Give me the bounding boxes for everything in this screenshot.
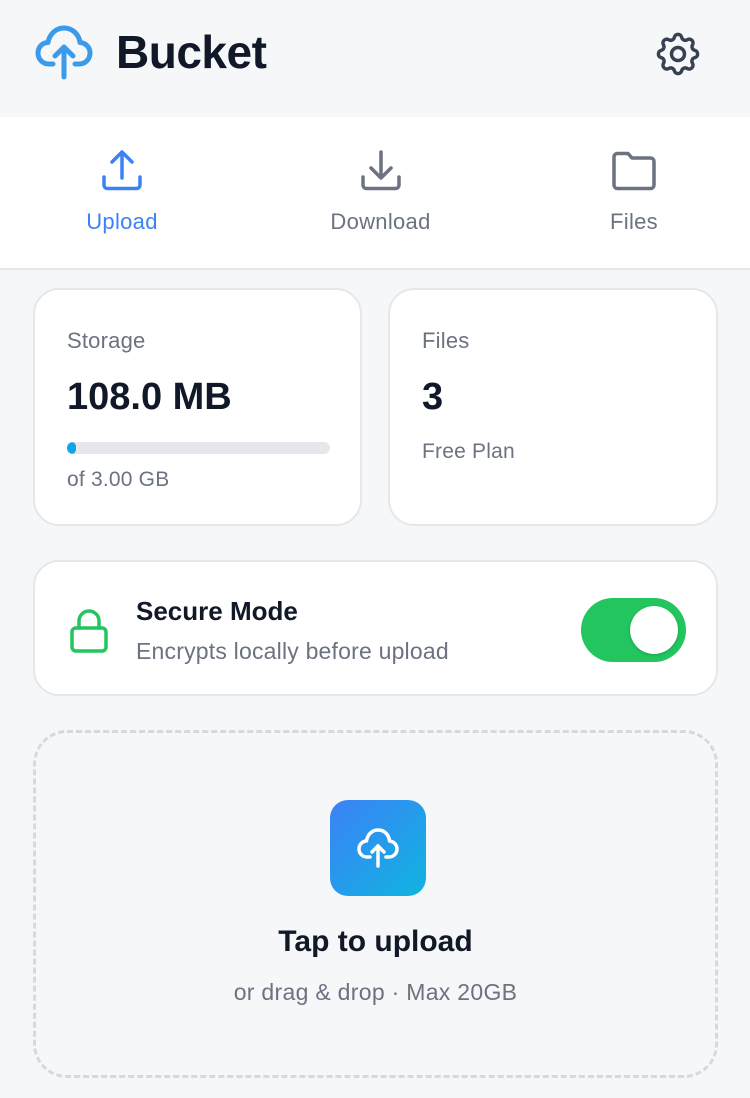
- files-card: Files 3 Free Plan: [388, 288, 718, 526]
- storage-card: Storage 108.0 MB of 3.00 GB: [33, 288, 362, 526]
- files-label: Files: [422, 328, 470, 353]
- cloud-upload-icon: [35, 25, 93, 80]
- secure-mode-title: Secure Mode: [136, 596, 298, 626]
- lock-icon: [70, 609, 108, 653]
- upload-button[interactable]: [330, 800, 426, 896]
- storage-progress-bar: [67, 442, 330, 454]
- files-count: 3: [422, 376, 444, 418]
- storage-label: Storage: [67, 328, 146, 353]
- secure-mode-card: Secure Mode Encrypts locally before uplo…: [33, 560, 718, 696]
- app-root: Bucket Upload Download Files Storage 108…: [0, 0, 750, 1098]
- storage-progress-fill: [67, 442, 77, 454]
- settings-button[interactable]: [650, 26, 706, 82]
- storage-used-value: 108.0 MB: [67, 376, 232, 418]
- app-header: Bucket: [0, 0, 750, 117]
- upload-icon: [102, 150, 142, 191]
- toggle-knob: [630, 606, 678, 654]
- tab-bar: Upload Download Files: [0, 117, 750, 270]
- tab-files-label: Files: [610, 209, 658, 234]
- dropzone-title: Tap to upload: [278, 925, 473, 958]
- plan-label: Free Plan: [422, 440, 515, 463]
- secure-mode-toggle[interactable]: [581, 598, 686, 662]
- download-icon: [360, 150, 401, 191]
- upload-dropzone[interactable]: Tap to upload or drag & drop · Max 20GB: [33, 730, 718, 1078]
- tab-upload-label: Upload: [86, 209, 158, 234]
- app-title: Bucket: [116, 26, 267, 78]
- storage-total: of 3.00 GB: [67, 468, 170, 491]
- tab-files[interactable]: Files: [584, 147, 684, 257]
- folder-icon: [612, 151, 656, 191]
- tab-upload[interactable]: Upload: [72, 147, 172, 257]
- tab-download-label: Download: [330, 209, 431, 234]
- tab-download[interactable]: Download: [318, 147, 443, 257]
- cloud-upload-icon: [357, 828, 399, 868]
- dropzone-subtitle: or drag & drop · Max 20GB: [233, 979, 518, 1005]
- gear-icon: [656, 32, 700, 76]
- secure-mode-description: Encrypts locally before upload: [136, 638, 449, 664]
